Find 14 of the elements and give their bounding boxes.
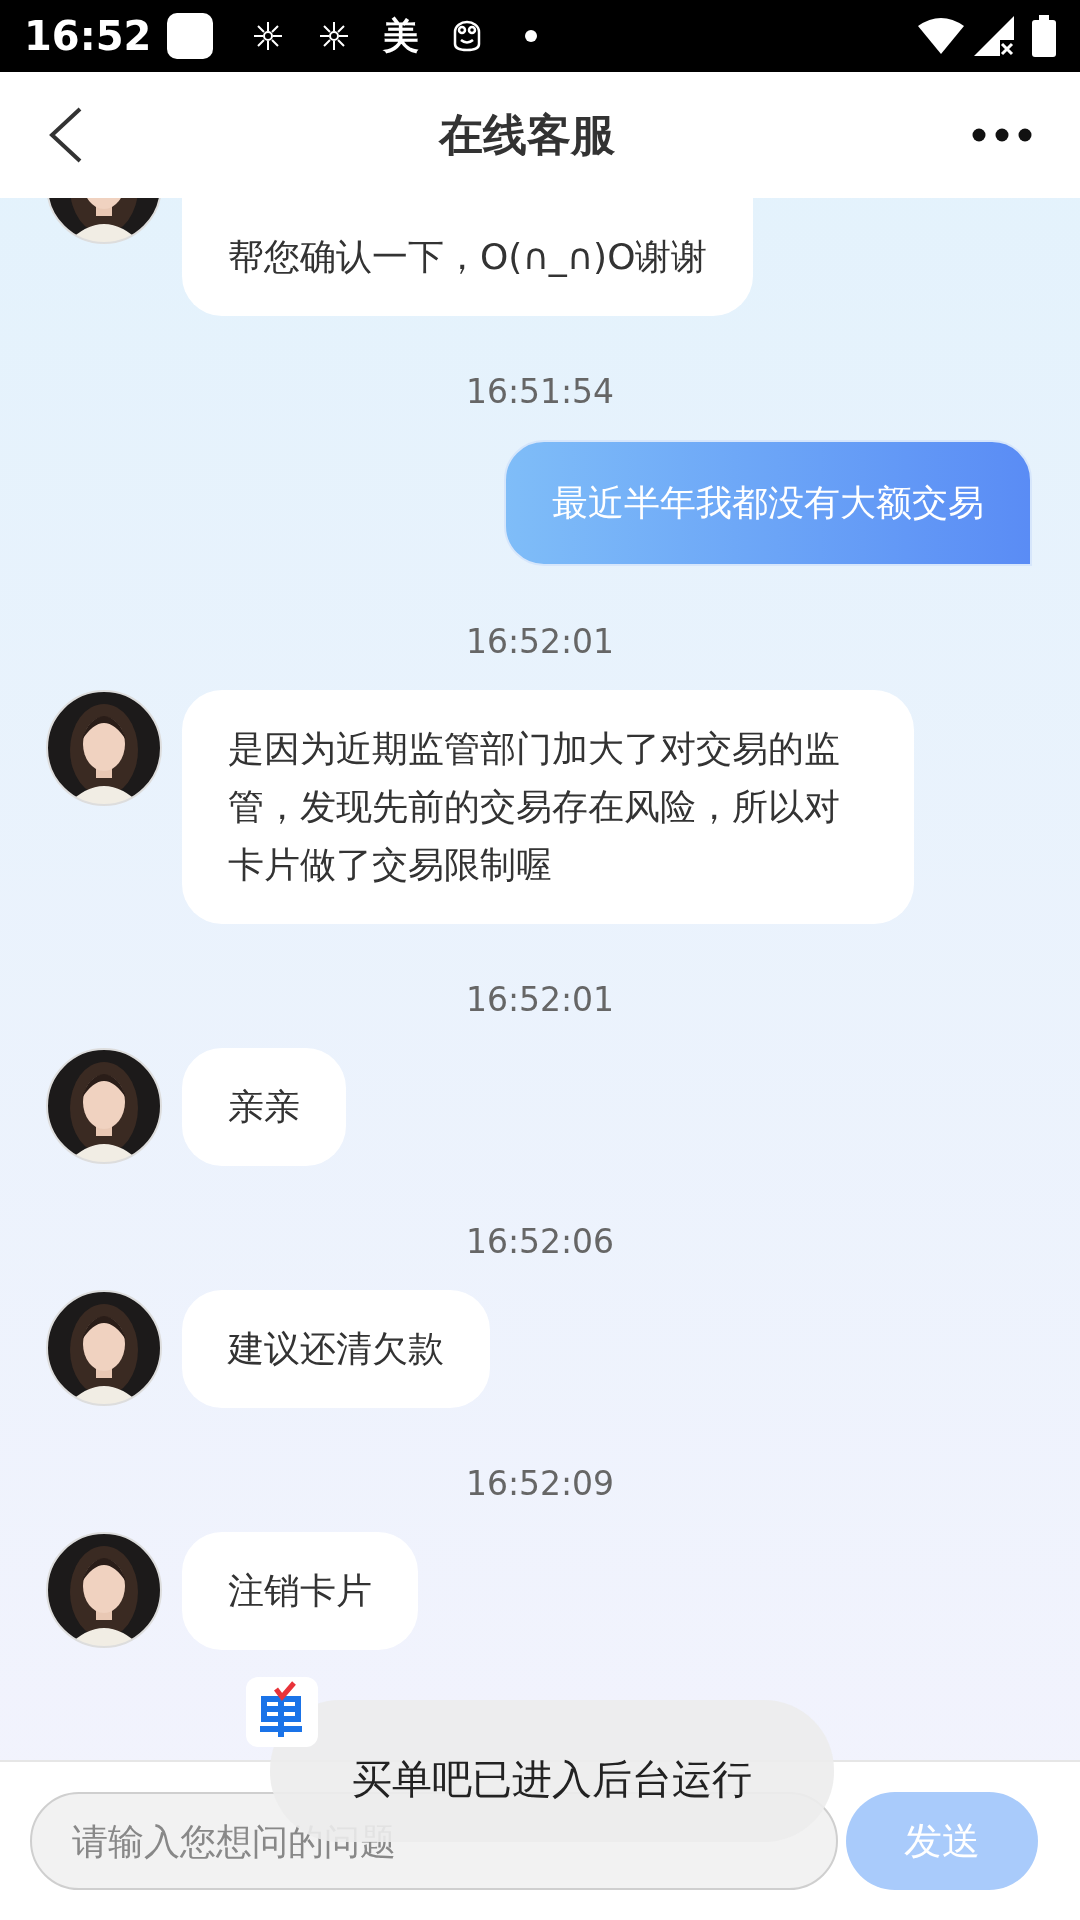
timestamp: 16:52:09 — [465, 1464, 615, 1504]
message-bubble: 最近半年我都没有大额交易 — [504, 440, 1032, 566]
clock-time: 16:52 — [24, 12, 152, 61]
message-bubble: 亲亲 — [182, 1048, 346, 1166]
timestamp: 16:52:06 — [465, 1222, 615, 1262]
message-bubble: 帮您确认一下，O(∩_∩)O谢谢 — [182, 198, 754, 316]
message-bubble: 是因为近期监管部门加大了对交易的监管，发现先前的交易存在风险，所以对卡片做了交易限制喔 — [182, 690, 914, 924]
message-bubble: 建议还清欠款 — [182, 1290, 490, 1408]
notification-text: 美 — [383, 14, 420, 58]
message-bubble: 注销卡片 — [182, 1532, 418, 1650]
timestamp: 16:51:54 — [465, 372, 615, 412]
timestamp: 16:52:01 — [465, 622, 615, 662]
page-title: 在线客服 — [439, 108, 615, 162]
timestamp: 16:52:01 — [465, 980, 615, 1020]
